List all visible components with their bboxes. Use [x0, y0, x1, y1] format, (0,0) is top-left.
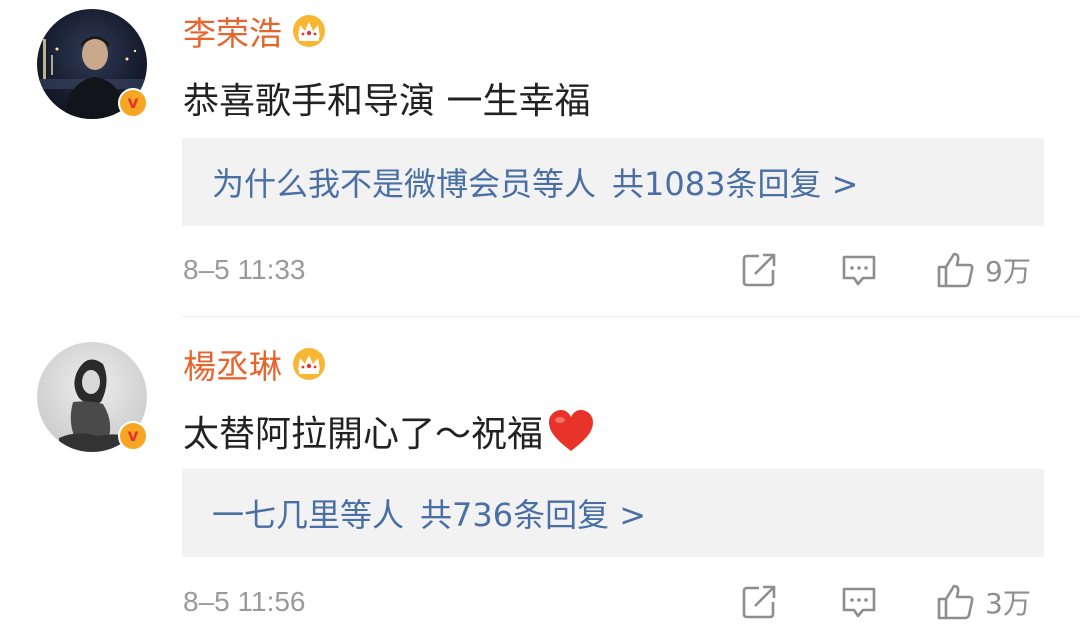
comment-item: v 李荣浩 恭喜歌手和导演 一生幸福 为什么我不是微博会员等人 共1083条回复… [0, 0, 1080, 316]
share-edit-icon [742, 585, 776, 619]
comment-bubble-icon [842, 255, 876, 286]
comment-item: v 楊丞琳 太替阿拉開心了～祝福 一七几里等人 共736条回复 > 8–5 11… [0, 317, 1080, 639]
verified-label: v [127, 93, 139, 113]
timestamp: 8–5 11:56 [183, 586, 306, 617]
share-edit-icon [742, 253, 776, 287]
vip-crown-icon [293, 15, 325, 47]
username[interactable]: 楊丞琳 [183, 340, 282, 388]
comment-meta: 8–5 11:33 9万 [183, 248, 1045, 292]
share-button[interactable] [739, 250, 779, 290]
username[interactable]: 李荣浩 [183, 7, 282, 55]
reply-summary[interactable]: 一七几里等人 共736条回复 > [182, 469, 1044, 557]
thumbs-up-icon [937, 252, 974, 288]
vip-crown-icon [293, 348, 325, 380]
comment-body: 恭喜歌手和导演 一生幸福 [183, 81, 591, 122]
comment-bubble-icon [842, 587, 876, 618]
verified-v-badge-icon: v [118, 421, 148, 451]
like-button[interactable]: 3万 [935, 582, 1031, 622]
username-row: 李荣浩 [183, 11, 328, 53]
like-count: 3万 [985, 587, 1031, 620]
username-row: 楊丞琳 [183, 344, 328, 386]
verified-v-badge-icon: v [118, 88, 148, 118]
comment-body: 太替阿拉開心了～祝福 [183, 414, 544, 455]
timestamp: 8–5 11:33 [183, 254, 306, 285]
comment-text: 恭喜歌手和导演 一生幸福 [183, 72, 590, 124]
comment-text: 太替阿拉開心了～祝福 [183, 405, 595, 457]
like-button[interactable]: 9万 [935, 250, 1031, 290]
comment-button[interactable] [839, 582, 879, 622]
reply-count-link[interactable]: 共736条回复 > [420, 490, 646, 536]
comment-meta: 8–5 11:56 3万 [183, 580, 1045, 624]
reply-summary[interactable]: 为什么我不是微博会员等人 共1083条回复 > [182, 138, 1044, 226]
share-button[interactable] [739, 582, 779, 622]
reply-users[interactable]: 一七几里等人 [212, 490, 404, 536]
verified-label: v [127, 426, 139, 446]
reply-count-link[interactable]: 共1083条回复 > [612, 159, 858, 205]
comment-button[interactable] [839, 250, 879, 290]
red-heart-emoji [549, 410, 594, 451]
thumbs-up-icon [937, 584, 974, 620]
like-count: 9万 [985, 255, 1031, 288]
reply-users[interactable]: 为什么我不是微博会员等人 [212, 159, 596, 205]
